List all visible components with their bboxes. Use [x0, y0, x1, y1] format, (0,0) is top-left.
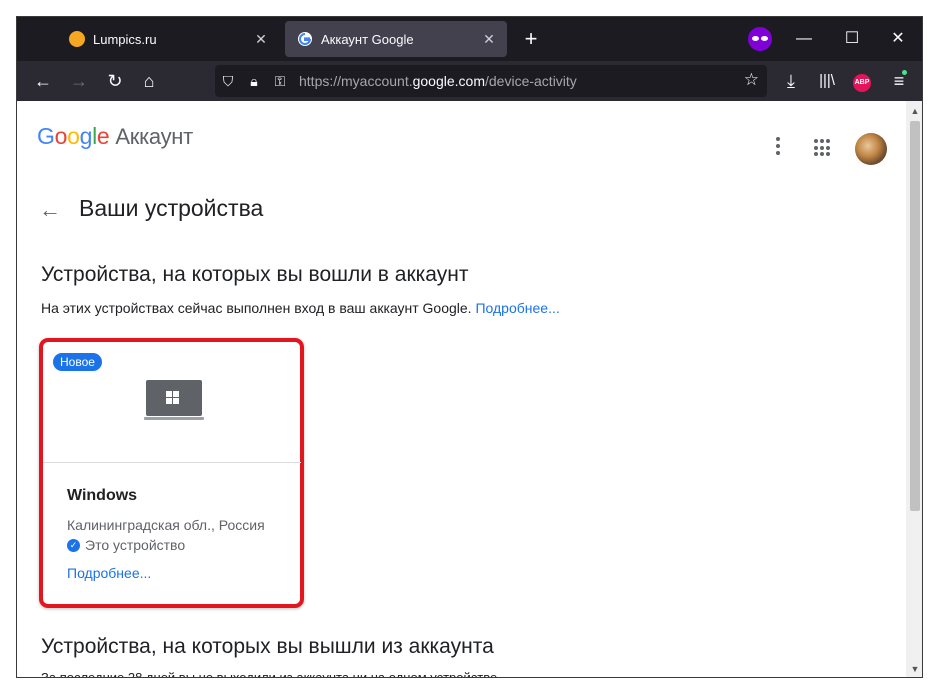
tab-google-account[interactable]: Аккаунт Google ✕: [285, 21, 507, 57]
back-button[interactable]: ←: [29, 67, 57, 95]
adblock-plus-icon[interactable]: ABP: [853, 74, 871, 92]
private-browsing-mask-icon: [748, 27, 772, 51]
signed-out-section-title: Устройства, на которых вы вышли из аккау…: [41, 635, 494, 658]
new-badge: Новое: [53, 353, 102, 371]
back-arrow-icon[interactable]: ←: [39, 197, 61, 223]
scroll-up-icon[interactable]: ▲: [906, 103, 922, 119]
url-text[interactable]: https://myaccount.google.com/device-acti…: [299, 73, 577, 89]
home-button[interactable]: ⌂: [135, 67, 163, 95]
page-content: Google Аккаунт ← Ваши устройства Устройст…: [17, 101, 906, 678]
key-icon[interactable]: ⚿: [267, 73, 293, 90]
tab-bar: Lumpics.ru ✕ Аккаунт Google ✕ + — ☐ ✕: [17, 17, 922, 61]
browser-window: Lumpics.ru ✕ Аккаунт Google ✕ + — ☐ ✕ ← …: [16, 16, 923, 678]
forward-button[interactable]: →: [65, 67, 93, 95]
reload-button[interactable]: ↻: [101, 67, 129, 95]
downloads-icon[interactable]: ⤓: [777, 67, 805, 95]
library-icon[interactable]: |||\: [813, 67, 841, 95]
google-account-logo[interactable]: Google Аккаунт: [37, 123, 193, 150]
signed-in-section-title: Устройства, на которых вы вошли в аккаун…: [41, 263, 469, 286]
this-device-label: ✓ Это устройство: [67, 537, 185, 553]
google-g-icon: [297, 31, 313, 47]
bookmark-star-icon[interactable]: ☆: [744, 70, 759, 90]
tab-title: Lumpics.ru: [93, 31, 157, 47]
nav-toolbar: ← → ↻ ⌂ ⛉ 🔒︎ ⚿ https://myaccount.google.…: [17, 61, 922, 101]
vertical-scrollbar[interactable]: ▲ ▼: [906, 101, 922, 677]
signed-out-description: За последние 28 дней вы не выходили из а…: [41, 670, 501, 678]
update-dot-icon: [902, 70, 907, 75]
signed-in-description: На этих устройствах сейчас выполнен вход…: [41, 300, 560, 316]
card-divider: [43, 462, 301, 463]
laptop-icon: [144, 380, 204, 422]
close-tab-icon[interactable]: ✕: [249, 31, 273, 48]
address-bar[interactable]: ⛉ 🔒︎ ⚿ https://myaccount.google.com/devi…: [215, 65, 767, 97]
google-apps-icon[interactable]: [814, 139, 832, 157]
check-circle-icon: ✓: [67, 538, 80, 552]
tab-title: Аккаунт Google: [321, 31, 414, 47]
minimize-button[interactable]: —: [789, 25, 819, 53]
close-tab-icon[interactable]: ✕: [477, 31, 501, 48]
learn-more-link[interactable]: Подробнее...: [475, 300, 559, 316]
device-details-link[interactable]: Подробнее...: [67, 565, 151, 581]
lumpics-favicon-icon: [69, 31, 85, 47]
lock-icon[interactable]: 🔒︎: [241, 73, 267, 90]
more-options-icon[interactable]: [770, 135, 786, 159]
tab-lumpics[interactable]: Lumpics.ru ✕: [57, 21, 279, 57]
scrollbar-thumb[interactable]: [910, 121, 920, 511]
device-name: Windows: [67, 487, 138, 504]
page-title: Ваши устройства: [79, 195, 264, 221]
maximize-button[interactable]: ☐: [837, 25, 867, 53]
menu-hamburger-icon[interactable]: ≡: [885, 67, 913, 95]
device-location: Калининградская обл., Россия: [67, 517, 265, 533]
close-window-button[interactable]: ✕: [883, 25, 913, 53]
avatar[interactable]: [855, 133, 887, 165]
windows-logo-icon: [166, 391, 179, 404]
new-tab-button[interactable]: +: [517, 25, 545, 53]
scroll-down-icon[interactable]: ▼: [906, 661, 922, 677]
shield-icon[interactable]: ⛉: [215, 73, 241, 90]
